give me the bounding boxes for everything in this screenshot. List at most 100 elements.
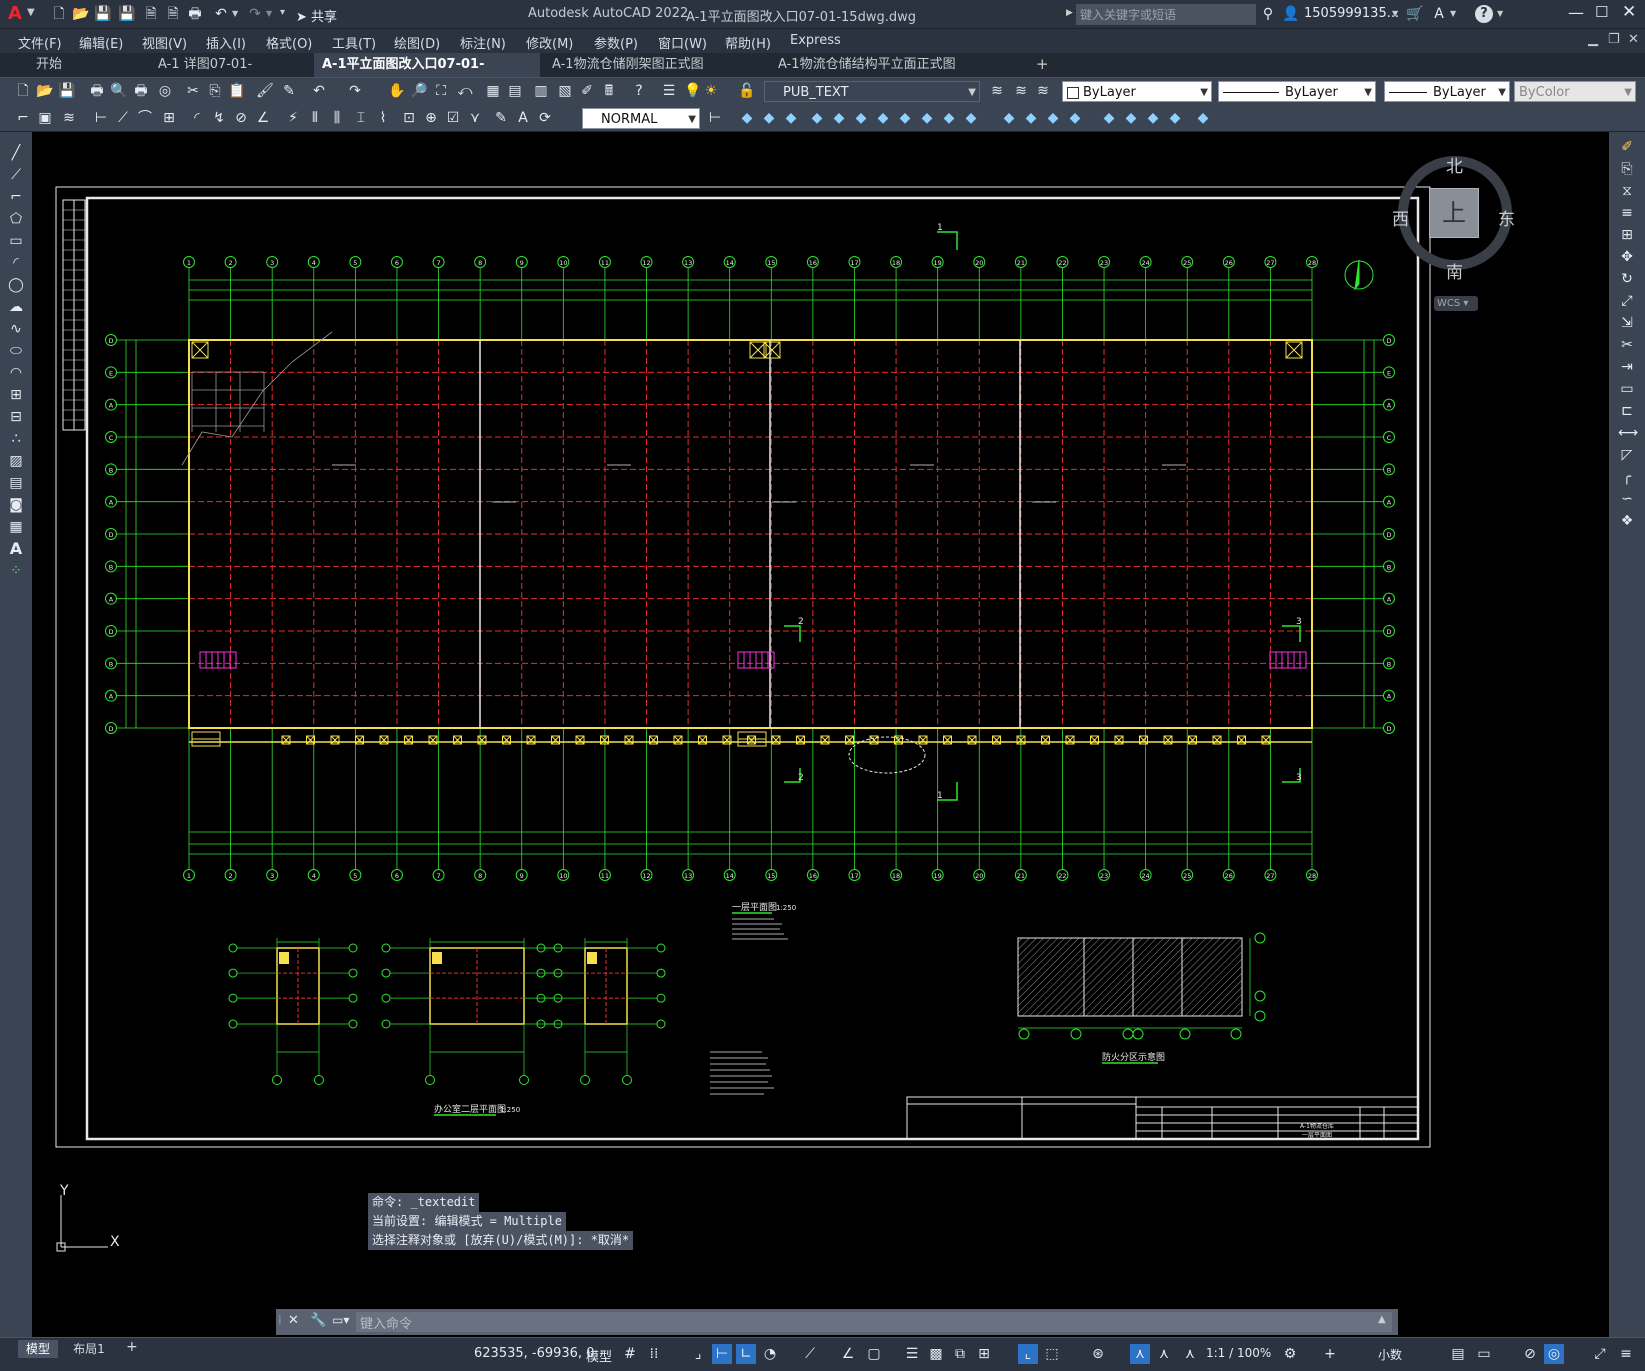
- model-space-button[interactable]: 模型: [586, 1346, 612, 1365]
- menu-help[interactable]: 帮助(H): [725, 33, 771, 52]
- jogged-dim-icon[interactable]: ↯: [210, 109, 228, 127]
- modify-stretch-icon[interactable]: ◆: [918, 109, 936, 127]
- maximize-button[interactable]: ☐: [1595, 3, 1608, 21]
- tab-detail-drawing[interactable]: A-1 详图07-01-04dwg✕: [150, 53, 312, 96]
- new-icon[interactable]: 🗋: [14, 82, 32, 100]
- modify-offset-icon[interactable]: ◆: [808, 109, 826, 127]
- ortho-icon[interactable]: ∟: [736, 1344, 756, 1364]
- arc-length-icon[interactable]: ⌒: [136, 109, 154, 127]
- print-preview-icon[interactable]: 🔍: [110, 82, 128, 100]
- polar-tracking-icon[interactable]: ◔: [760, 1344, 780, 1364]
- customize-qat-icon[interactable]: ▾: [280, 7, 285, 18]
- compass-west[interactable]: 西: [1392, 205, 1409, 230]
- save-icon[interactable]: 💾: [58, 82, 76, 100]
- modify-pedit-icon[interactable]: ◆: [1144, 109, 1162, 127]
- angular-dim-icon[interactable]: ∠: [254, 109, 272, 127]
- modify-erase-icon[interactable]: ◆: [738, 109, 756, 127]
- graphics-performance-icon[interactable]: ◎: [1544, 1344, 1564, 1364]
- sheet-set-icon[interactable]: ▧: [556, 82, 574, 100]
- diameter-dim-icon[interactable]: ⊘: [232, 109, 250, 127]
- modify-scale-icon[interactable]: ◆: [896, 109, 914, 127]
- new-file-icon[interactable]: 🗋: [50, 5, 68, 23]
- menu-format[interactable]: 格式(O): [266, 33, 312, 52]
- spline-icon[interactable]: ∿: [7, 320, 25, 338]
- menu-parametric[interactable]: 参数(P): [594, 33, 638, 52]
- recent-commands-icon[interactable]: ▭▾: [332, 1313, 349, 1327]
- annotation-monitor-icon[interactable]: +: [1320, 1344, 1340, 1364]
- dim-break-icon[interactable]: ⌇: [374, 109, 392, 127]
- clean-screen-icon[interactable]: ⤢: [1590, 1344, 1610, 1364]
- tab-model[interactable]: 模型: [18, 1340, 58, 1358]
- table-icon[interactable]: ▦: [7, 518, 25, 536]
- modify-move-icon[interactable]: ◆: [852, 109, 870, 127]
- close-command-icon[interactable]: ✕: [288, 1313, 299, 1328]
- quick-properties-icon[interactable]: ▤: [1448, 1344, 1468, 1364]
- viewcube-top-face[interactable]: 上: [1429, 188, 1479, 238]
- dim-update-icon[interactable]: ⟳: [536, 109, 554, 127]
- object-snap-icon[interactable]: ▢: [864, 1344, 884, 1364]
- menu-modify[interactable]: 修改(M): [526, 33, 573, 52]
- autodesk-app-icon[interactable]: A: [1430, 5, 1448, 23]
- doc-minimize-button[interactable]: ▁: [1588, 32, 1598, 47]
- blend-icon[interactable]: ∽: [1618, 490, 1636, 508]
- share-button[interactable]: ➤ 共享: [296, 6, 337, 25]
- help-search-input[interactable]: 键入关键字或短语: [1076, 4, 1256, 25]
- new-tab-button[interactable]: +: [1036, 55, 1049, 73]
- transparency-icon[interactable]: ▩: [926, 1344, 946, 1364]
- infer-constraints-icon[interactable]: ⌟: [688, 1344, 708, 1364]
- stretch-icon[interactable]: ⇲: [1618, 314, 1636, 332]
- layer-lock-icon[interactable]: 🔓: [738, 82, 756, 100]
- add-selected-icon[interactable]: ⁘: [7, 562, 25, 580]
- mirror-icon[interactable]: ⧖: [1618, 182, 1636, 200]
- print-icon[interactable]: 🖶: [88, 82, 106, 100]
- open-file-icon[interactable]: 📂: [72, 5, 90, 23]
- polyline-icon[interactable]: ⌐: [7, 188, 25, 206]
- polygon-icon[interactable]: ⬠: [7, 210, 25, 228]
- menu-edit[interactable]: 编辑(E): [79, 33, 123, 52]
- aligned-dim-icon[interactable]: ⟋: [114, 109, 132, 127]
- redo-icon[interactable]: ↷: [346, 82, 364, 100]
- menu-insert[interactable]: 插入(I): [206, 33, 246, 52]
- properties-icon[interactable]: ▦: [484, 82, 502, 100]
- doc-close-button[interactable]: ✕: [1628, 32, 1639, 47]
- wcs-menu[interactable]: WCS ▾: [1434, 296, 1478, 311]
- command-input[interactable]: 键入命令: [356, 1312, 1392, 1332]
- match-properties-icon[interactable]: 🖌: [256, 82, 274, 100]
- save-icon[interactable]: 💾: [94, 5, 112, 23]
- tab-layout1[interactable]: 布局1: [66, 1340, 112, 1358]
- customize-command-icon[interactable]: 🔧: [310, 1313, 326, 1328]
- menu-express[interactable]: Express: [790, 33, 841, 48]
- break-icon[interactable]: ⊏: [1618, 402, 1636, 420]
- modify-trim-icon[interactable]: ◆: [940, 109, 958, 127]
- ucs-icon[interactable]: ⌐: [14, 109, 32, 127]
- add-layout-button[interactable]: +: [126, 1339, 138, 1355]
- modify-break-icon[interactable]: ◆: [1000, 109, 1018, 127]
- plot-icon[interactable]: 🖶: [186, 5, 204, 23]
- app-dropdown-icon[interactable]: ▼: [1450, 9, 1456, 18]
- selection-filter-icon[interactable]: ⬚: [1042, 1344, 1062, 1364]
- user-dropdown-icon[interactable]: ▼: [1392, 9, 1398, 18]
- tool-palettes-icon[interactable]: ▥: [532, 82, 550, 100]
- command-expand-icon[interactable]: ▲: [1378, 1314, 1386, 1325]
- close-window-button[interactable]: ✕: [1622, 2, 1636, 22]
- modify-align-icon[interactable]: ◆: [1166, 109, 1184, 127]
- isodraft-icon[interactable]: ⟋: [800, 1344, 820, 1364]
- markup-icon[interactable]: ✐: [578, 82, 596, 100]
- zoom-previous-icon[interactable]: ⤺: [456, 82, 474, 100]
- save-as-icon[interactable]: 💾: [118, 5, 136, 23]
- lineweight-icon[interactable]: ☰: [902, 1344, 922, 1364]
- ellipse-arc-icon[interactable]: ◠: [7, 364, 25, 382]
- units-value[interactable]: 小数: [1378, 1346, 1402, 1363]
- tolerance-icon[interactable]: ⊡: [400, 109, 418, 127]
- layer-on-icon[interactable]: 💡: [684, 82, 702, 100]
- menu-tools[interactable]: 工具(T): [332, 33, 376, 52]
- object-snap-tracking-icon[interactable]: ∠: [838, 1344, 858, 1364]
- dynamic-input-icon[interactable]: ⊢: [712, 1344, 732, 1364]
- copy-icon[interactable]: ⎘: [206, 82, 224, 100]
- modify-join-icon[interactable]: ◆: [1022, 109, 1040, 127]
- break-at-point-icon[interactable]: ▭: [1618, 380, 1636, 398]
- customization-icon[interactable]: ≡: [1616, 1344, 1636, 1364]
- 3d-osnap-icon[interactable]: ⊞: [974, 1344, 994, 1364]
- dynamic-ucs-icon[interactable]: ⌞: [1018, 1344, 1038, 1364]
- linear-dim-icon[interactable]: ⊢: [92, 109, 110, 127]
